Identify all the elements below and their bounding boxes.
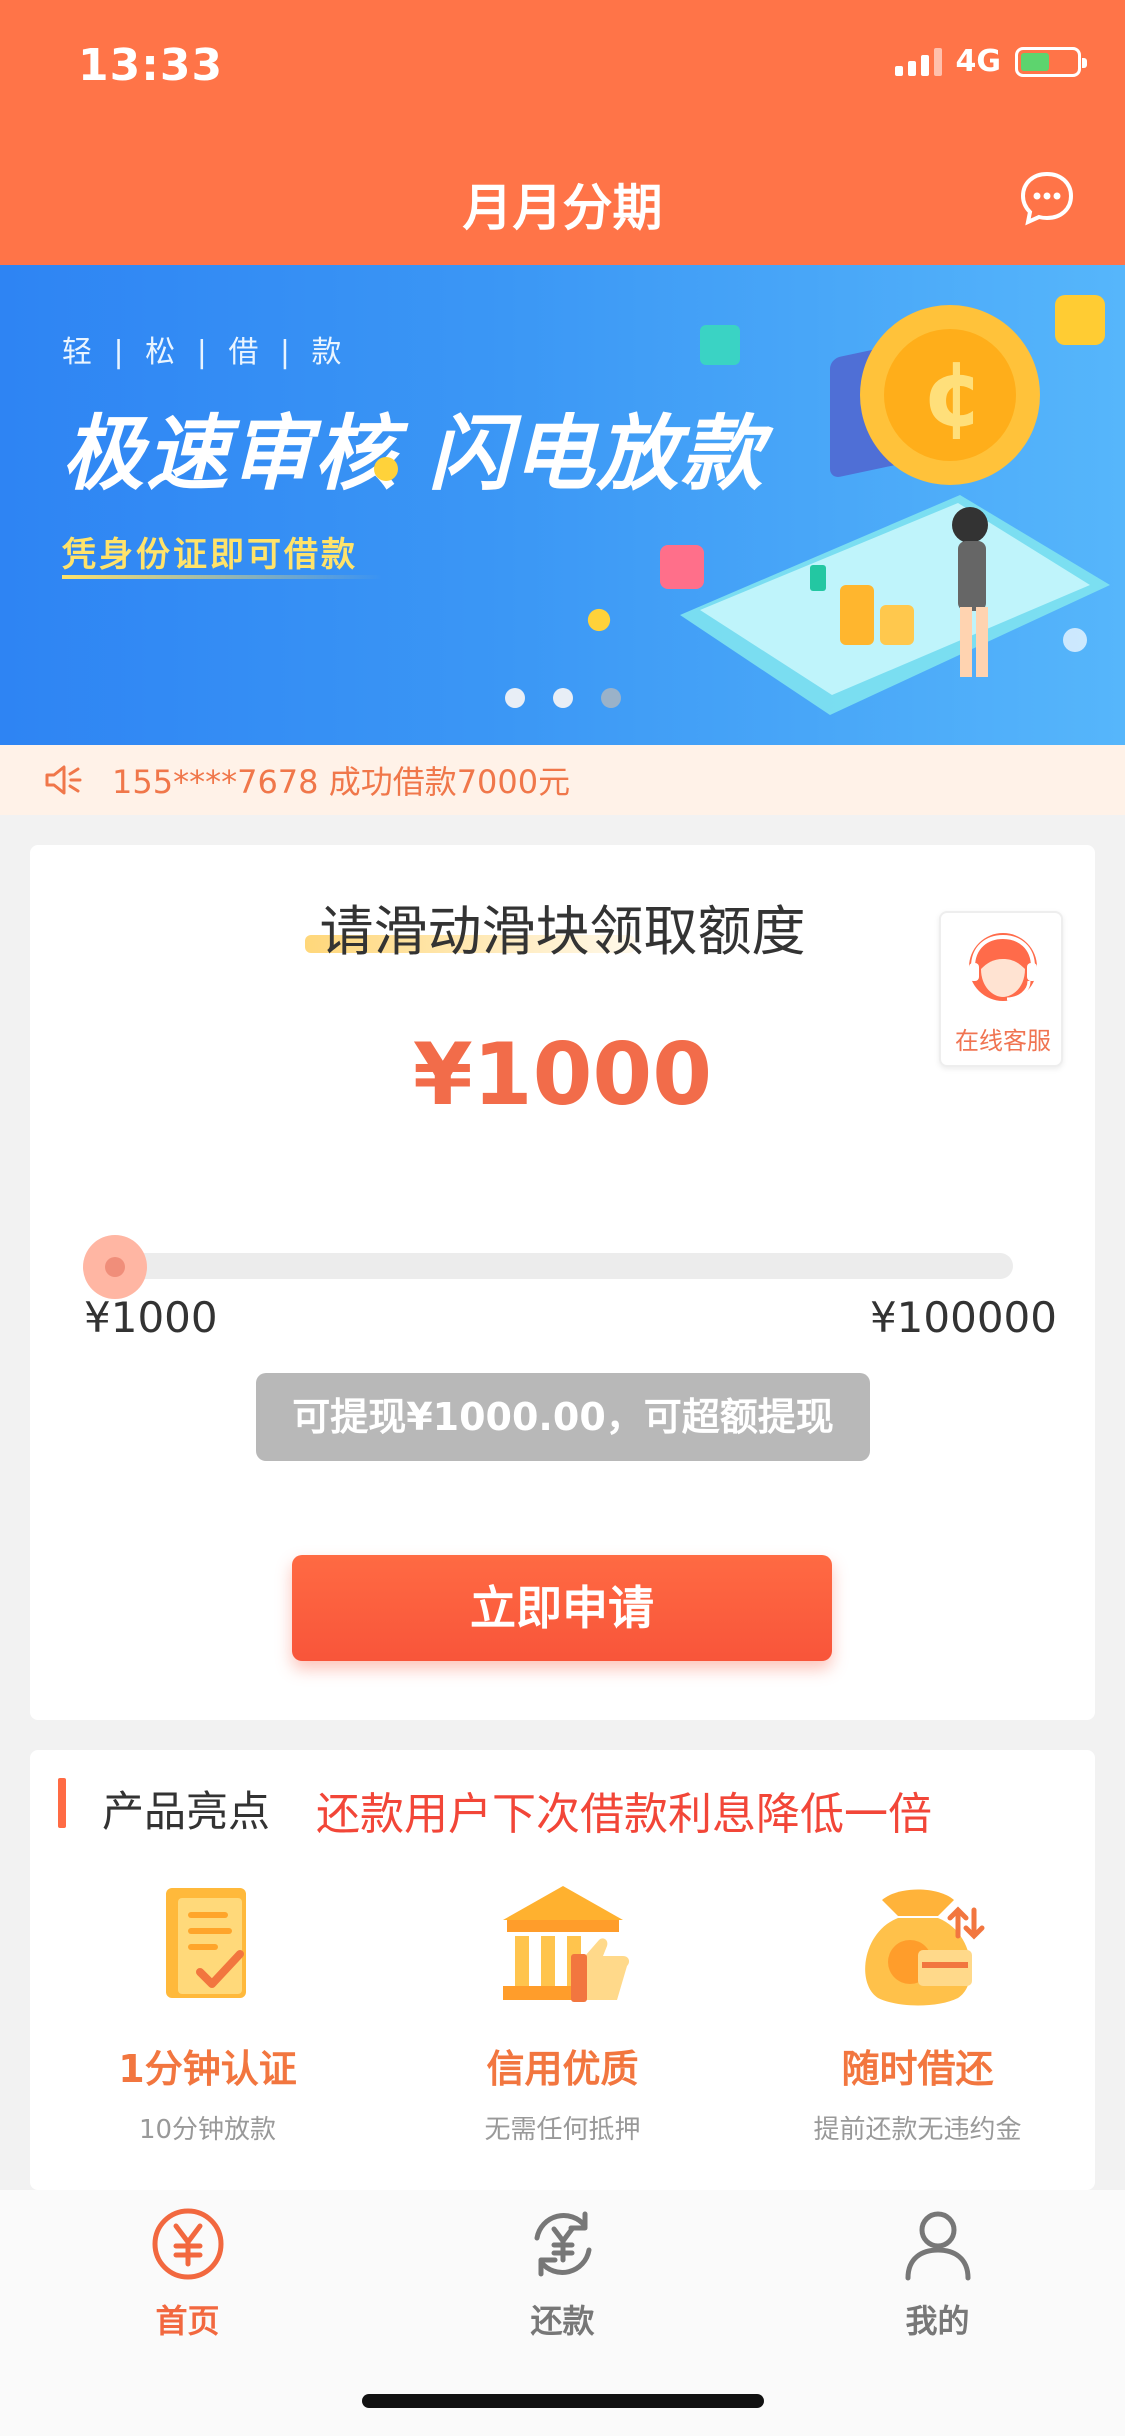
banner-subline: 凭身份证即可借款 [62,535,358,575]
feature-item: 信用优质 无需任何抵押 [385,1880,740,2146]
yen-circle-icon [152,2208,223,2280]
yen-refresh-icon [534,2211,591,2277]
feature-desc: 提前还款无违约金 [813,2115,1022,2145]
tab-label: 还款 [530,2302,595,2340]
home-indicator[interactable] [362,2394,764,2408]
credit-limit-card: 请滑动滑块领取额度 在线客服 ¥1000 ¥1000 ¥100000 可提现¥1… [30,845,1095,1720]
coin-icon [587,608,611,632]
customer-service-icon [969,933,1037,1001]
product-highlights: 产品亮点 还款用户下次借款利息降低一倍 1分钟认证 10分钟放款 信用优质 无需… [30,1750,1095,2190]
slider-min-label: ¥1000 [84,1293,218,1342]
highlights-slogan: 还款用户下次借款利息降低一倍 [316,1789,932,1840]
network-type: 4G [955,44,1002,79]
svg-text:¢: ¢ [922,342,985,447]
feature-desc: 10分钟放款 [138,2115,277,2145]
amount-slider-handle[interactable] [83,1235,147,1299]
banner-pagination [0,688,1125,708]
promo-banner[interactable]: 轻 | 松 | 借 | 款 极速审核 闪电放款 凭身份证即可借款 ¢ [0,265,1125,745]
banner-tag: 轻 | 松 | 借 | 款 [62,335,348,370]
feature-desc: 无需任何抵押 [484,2115,641,2145]
status-time: 13:33 [78,40,224,91]
battery-icon [1015,46,1087,77]
bank-thumb-icon [502,1886,629,2002]
app-header: 13:33 4G 月月分期 [0,0,1125,265]
tab-mine[interactable]: 我的 [750,2204,1125,2342]
banner-illustration: ¢ [660,295,1110,715]
document-check-icon [165,1888,246,1998]
speaker-icon [45,765,82,795]
withdraw-hint: 可提现¥1000.00，可超额提现 [256,1373,870,1461]
tab-home[interactable]: 首页 [0,2204,375,2342]
amount-slider-track[interactable] [118,1253,1013,1279]
coin-icon [374,457,398,481]
page-title: 月月分期 [462,179,663,237]
tab-label: 我的 [905,2302,970,2340]
feature-title: 1分钟认证 [118,2047,297,2091]
feature-title: 随时借还 [841,2047,994,2091]
highlights-heading: 产品亮点 [102,1787,271,1836]
pagination-dot[interactable] [552,688,573,708]
banner-underline [62,575,382,579]
message-bubble-icon[interactable] [1019,170,1075,226]
pagination-dot[interactable] [504,688,525,708]
section-marker [58,1778,66,1828]
card-title: 请滑动滑块领取额度 [319,900,806,963]
signal-icon [894,47,942,76]
tab-label: 首页 [155,2302,220,2340]
money-bag-icon [864,1889,984,2006]
tab-repay[interactable]: 还款 [375,2204,750,2342]
feature-title: 信用优质 [486,2047,639,2091]
feature-item: 随时借还 提前还款无违约金 [740,1880,1095,2146]
notice-text: 155****7678 成功借款7000元 [112,763,571,801]
slider-max-label: ¥100000 [869,1293,1057,1342]
apply-now-button[interactable]: 立即申请 [292,1555,832,1661]
loan-notice-bar: 155****7678 成功借款7000元 [0,745,1125,815]
pagination-dot-active[interactable] [600,688,621,708]
limit-amount: ¥1000 [412,1025,713,1125]
home-screen: 13:33 4G 月月分期 轻 | 松 | 借 | 款 极速审核 闪电放款 凭身… [0,0,1125,2436]
person-icon [905,2211,970,2281]
status-indicators: 4G [894,44,1087,79]
feature-item: 1分钟认证 10分钟放款 [30,1880,385,2146]
